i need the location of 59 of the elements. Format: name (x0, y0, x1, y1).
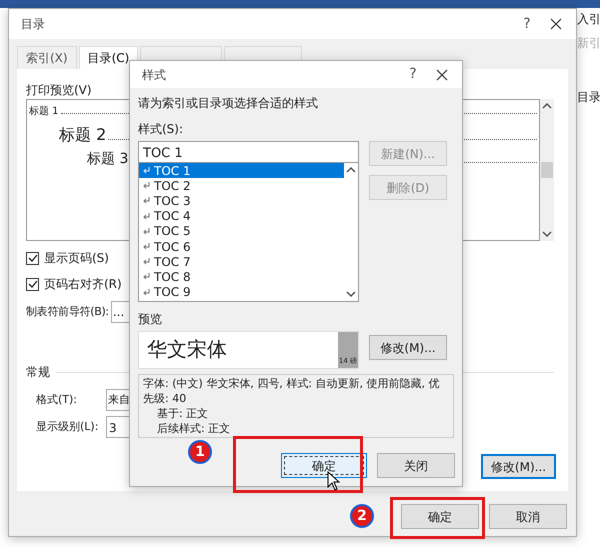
checkbox[interactable] (26, 278, 39, 290)
scroll-down-icon (346, 290, 356, 298)
level-label: 显示级别(L): (36, 418, 100, 435)
return-icon (142, 242, 151, 252)
checkbox[interactable] (26, 252, 39, 264)
tab[interactable]: 索引(X) (17, 46, 77, 69)
list-item[interactable]: TOC 4 (139, 208, 344, 224)
return-icon (142, 181, 151, 190)
list-item[interactable]: TOC 2 (139, 178, 344, 194)
checkbox-label: 页码右对齐(R) (44, 276, 122, 293)
modify-button[interactable]: 修改(M)... (369, 335, 447, 360)
description-text: 后续样式: 正文 (156, 421, 232, 436)
style-label: 样式(S): (138, 121, 184, 138)
list-item[interactable]: TOC 5 (139, 224, 344, 239)
close-button[interactable]: 关闭 (377, 453, 455, 478)
list-item[interactable]: TOC 1 (139, 163, 344, 178)
dialog-title: 目录 (21, 16, 45, 33)
help-button[interactable]: ? (512, 14, 542, 34)
group-label: 常规 (26, 364, 50, 381)
return-icon (142, 212, 151, 221)
preview-heading: 标题 1 (29, 104, 59, 119)
description-text: 字体: (中文) 华文宋体, 四号, 样式: 自动更新, 使用前隐藏, 优先级: 40 (143, 376, 440, 406)
style-field[interactable]: TOC 1 (138, 141, 359, 163)
scroll-up-icon (346, 166, 356, 174)
tab[interactable]: 目录(C) (78, 46, 138, 69)
list-item[interactable]: TOC 7 (139, 254, 344, 270)
return-icon (142, 288, 151, 297)
scroll-up-icon (542, 102, 552, 110)
leader-label: 制表符前导符(B): (26, 304, 109, 320)
ok-button[interactable]: 确定 (281, 453, 367, 478)
preview-heading: 标题 3 (87, 150, 128, 169)
return-icon (142, 272, 151, 282)
preview-label: 打印预览(V) (26, 82, 93, 99)
help-button[interactable]: ? (398, 64, 428, 85)
list-item[interactable]: TOC 3 (139, 193, 344, 209)
checkbox-label: 显示页码(S) (44, 250, 109, 267)
scroll-down-icon (542, 230, 552, 238)
preview-heading: 标题 2 (59, 124, 106, 146)
scrollbar[interactable] (540, 99, 554, 241)
ribbon-button[interactable]: 入引 (577, 10, 600, 28)
modify-button[interactable]: 修改(M)... (481, 454, 556, 479)
ok-button[interactable]: 确定 (401, 504, 479, 529)
cancel-button[interactable]: 取消 (489, 504, 567, 529)
description-text: 基于: 正文 (156, 406, 210, 421)
preview-sample: 华文宋体 (146, 336, 228, 363)
return-icon (142, 226, 151, 236)
preview-label: 预览 (138, 311, 163, 328)
return-icon (142, 166, 151, 176)
dialog-title: 样式 (142, 66, 166, 84)
list-item[interactable]: TOC 8 (139, 269, 344, 284)
format-label: 格式(T): (36, 392, 78, 408)
instruction-text: 请为索引或目录项选择合适的样式 (138, 95, 319, 112)
scroll-thumb[interactable] (541, 162, 553, 178)
return-icon (142, 257, 151, 266)
list-item[interactable]: TOC 9 (139, 284, 344, 300)
close-icon[interactable] (550, 18, 562, 30)
return-icon (142, 196, 151, 206)
close-icon[interactable] (436, 68, 448, 80)
list-item[interactable]: TOC 6 (139, 238, 344, 254)
